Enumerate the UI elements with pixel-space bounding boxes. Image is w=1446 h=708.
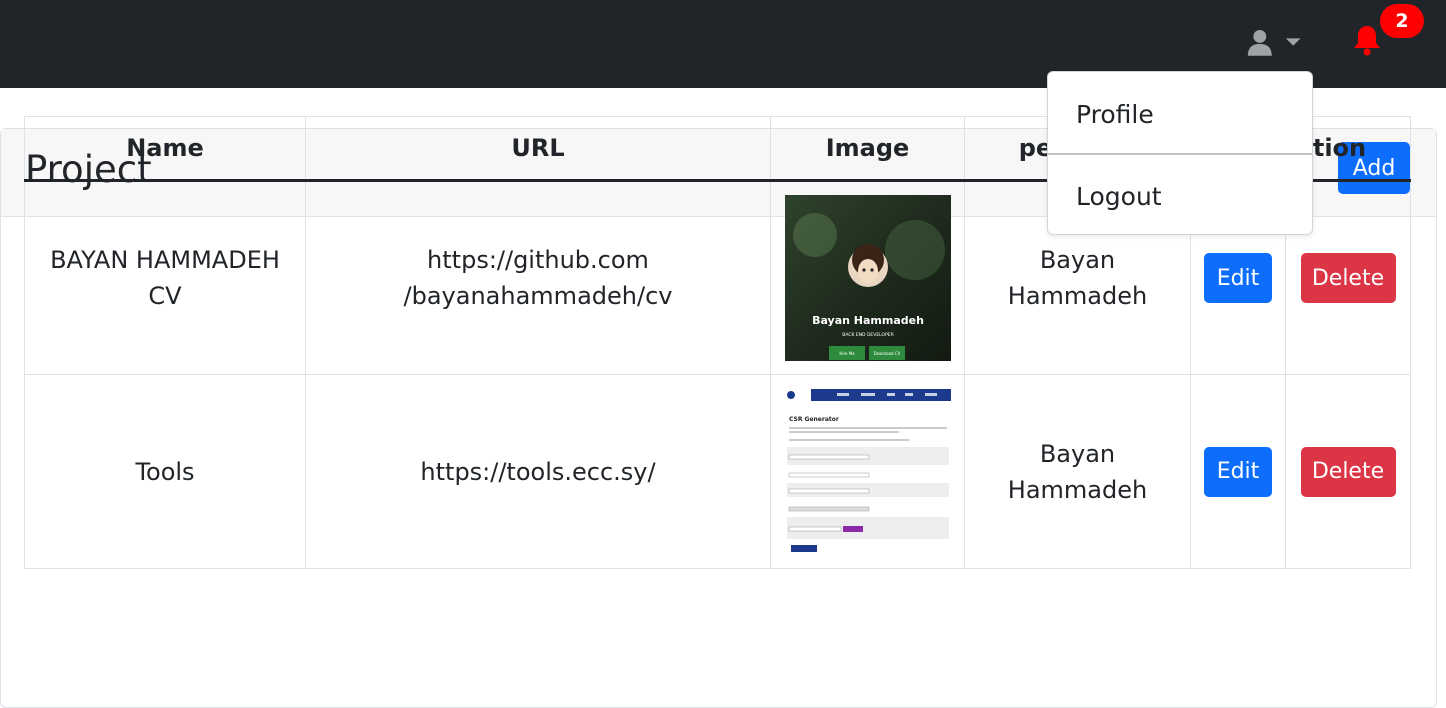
edit-button[interactable]: Edit (1204, 253, 1272, 303)
project-name: BAYAN HAMMADEH CV (50, 246, 280, 310)
cell-name: Tools (24, 374, 306, 569)
image-subtitle-text: BACK END DEVELOPER (842, 332, 894, 338)
image-btn2-text: Download CV (873, 351, 900, 356)
project-name: Tools (135, 457, 195, 486)
notification-bell[interactable] (1352, 24, 1386, 60)
project-url-line1: https://tools.ecc.sy/ (420, 457, 656, 486)
image-btn1-text: Hire Me (839, 351, 855, 356)
personal-line1: Bayan (1039, 246, 1116, 274)
project-url-line2: /bayanahammadeh/cv (403, 282, 673, 310)
cell-delete: Delete (1285, 374, 1411, 569)
cell-url: https://tools.ecc.sy/ (305, 374, 771, 569)
personal-line2: Hammadeh (1007, 475, 1148, 504)
cell-name: BAYAN HAMMADEH CV (24, 180, 306, 375)
caret-down-icon (1285, 38, 1301, 46)
personal-line1: Bayan (1039, 439, 1116, 468)
cell-image: CSR Generator (770, 374, 965, 569)
delete-button[interactable]: Delete (1300, 446, 1396, 497)
image-title-text: CSR Generator (789, 416, 839, 423)
user-dropdown-menu: Profile Logout (1047, 71, 1313, 235)
cell-personal: Bayan Hammadeh (964, 374, 1191, 569)
dropdown-item-profile[interactable]: Profile (1048, 74, 1312, 154)
notification-badge: 2 (1380, 4, 1424, 38)
dropdown-item-logout[interactable]: Logout (1048, 156, 1312, 236)
delete-button[interactable]: Delete (1300, 253, 1396, 303)
cell-edit: Edit (1190, 374, 1286, 569)
personal-line2: Hammadeh (1007, 282, 1148, 310)
cell-url: https://github.com /bayanahammadeh/cv (305, 180, 771, 375)
project-image-tools: CSR Generator (784, 388, 951, 555)
project-image-cv: Bayan Hammadeh BACK END DEVELOPER Hire M… (784, 195, 951, 361)
header-name: Name (24, 116, 306, 182)
bell-icon (1354, 26, 1380, 56)
edit-button[interactable]: Edit (1204, 446, 1272, 497)
header-url: URL (305, 116, 771, 182)
dropdown-divider (1048, 153, 1312, 155)
table-row: Tools https://tools.ecc.sy/ CSR Generato… (24, 374, 1411, 569)
cell-image: Bayan Hammadeh BACK END DEVELOPER Hire M… (770, 180, 965, 375)
project-url-line1: https://github.com (427, 246, 649, 274)
header-image: Image (770, 116, 965, 182)
image-title-text: Bayan Hammadeh (812, 314, 924, 327)
user-menu-toggle[interactable] (1246, 26, 1302, 58)
user-icon (1247, 30, 1272, 56)
